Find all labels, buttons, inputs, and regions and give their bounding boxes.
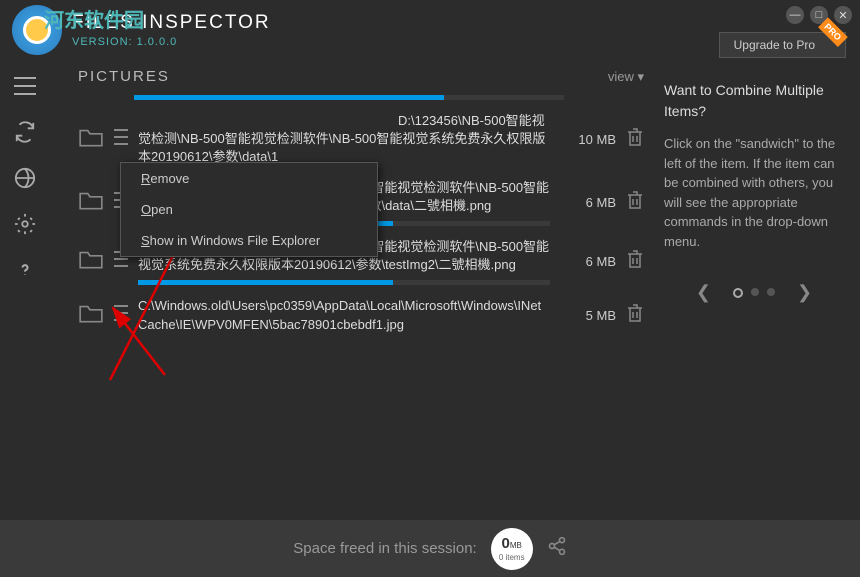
trash-icon[interactable] xyxy=(626,249,644,274)
pager-prev[interactable]: ❮ xyxy=(696,279,711,306)
context-menu: Remove Open Show in Windows File Explore… xyxy=(120,162,378,257)
close-button[interactable]: ✕ xyxy=(834,6,852,24)
folder-icon[interactable] xyxy=(78,189,104,216)
globe-icon[interactable] xyxy=(13,166,37,190)
watermark: 河东软件园 xyxy=(44,4,144,33)
minimize-button[interactable]: — xyxy=(786,6,804,24)
list-item: C:\Windows.old\Users\pc0359\AppData\Loca… xyxy=(78,291,644,339)
ctx-show-explorer[interactable]: Show in Windows File Explorer xyxy=(121,225,377,256)
upgrade-button[interactable]: Upgrade to Pro PRO xyxy=(719,32,846,58)
drag-handle-icon[interactable] xyxy=(114,128,128,151)
freed-badge: 0MB 0 items xyxy=(491,528,533,570)
pager-dots[interactable] xyxy=(733,288,775,298)
item-size: 6 MB xyxy=(560,195,616,210)
item-size: 10 MB xyxy=(560,132,616,147)
menu-icon[interactable] xyxy=(13,74,37,98)
section-title: PICTURES xyxy=(78,68,170,85)
share-icon[interactable] xyxy=(547,536,567,561)
help-icon[interactable] xyxy=(13,258,37,282)
refresh-icon[interactable] xyxy=(13,120,37,144)
app-version: VERSION: 1.0.0.0 xyxy=(72,36,271,48)
hint-title: Want to Combine Multiple Items? xyxy=(664,80,844,122)
footer-label: Space freed in this session: xyxy=(293,540,476,557)
trash-icon[interactable] xyxy=(626,190,644,215)
item-path: D:\123456\NB-500智能视觉检测\NB-500智能视觉检测软件\NB… xyxy=(138,112,550,167)
trash-icon[interactable] xyxy=(626,303,644,328)
progress-bar xyxy=(138,280,550,285)
item-size: 5 MB xyxy=(560,308,616,323)
ctx-remove[interactable]: Remove xyxy=(121,163,377,194)
settings-icon[interactable] xyxy=(13,212,37,236)
view-dropdown[interactable]: view ▾ xyxy=(608,69,644,85)
drag-handle-icon[interactable] xyxy=(114,304,128,327)
folder-icon[interactable] xyxy=(78,126,104,153)
ctx-open[interactable]: Open xyxy=(121,194,377,225)
pager-next[interactable]: ❯ xyxy=(797,279,812,306)
item-path: C:\Windows.old\Users\pc0359\AppData\Loca… xyxy=(138,297,550,333)
trash-icon[interactable] xyxy=(626,127,644,152)
item-size: 6 MB xyxy=(560,254,616,269)
progress-bar xyxy=(134,95,564,100)
folder-icon[interactable] xyxy=(78,302,104,329)
hint-body: Click on the "sandwich" to the left of t… xyxy=(664,134,844,251)
folder-icon[interactable] xyxy=(78,248,104,275)
